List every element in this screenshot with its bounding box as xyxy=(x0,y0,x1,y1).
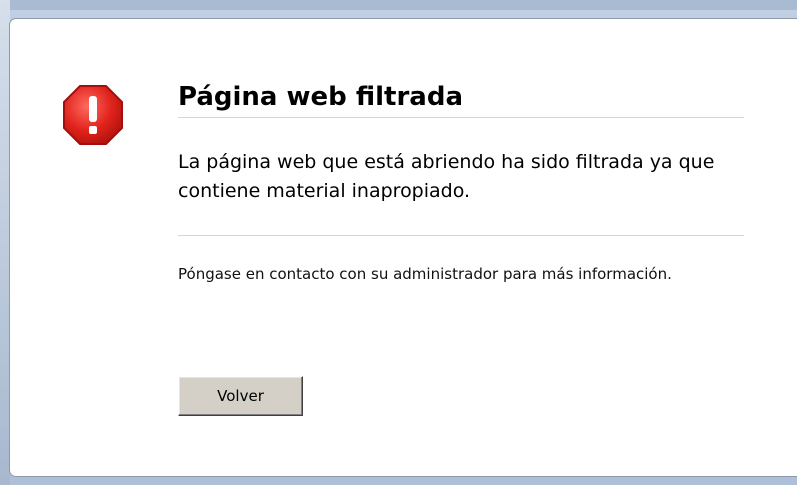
message-divider xyxy=(178,235,744,236)
window-background-top xyxy=(0,0,797,10)
title-divider xyxy=(178,117,744,118)
filter-message: La página web que está abriendo ha sido … xyxy=(178,151,715,202)
error-stop-icon xyxy=(63,85,123,145)
back-button[interactable]: Volver xyxy=(178,376,303,416)
page-title: Página web filtrada xyxy=(178,82,463,112)
contact-admin-text: Póngase en contacto con su administrador… xyxy=(178,265,672,283)
